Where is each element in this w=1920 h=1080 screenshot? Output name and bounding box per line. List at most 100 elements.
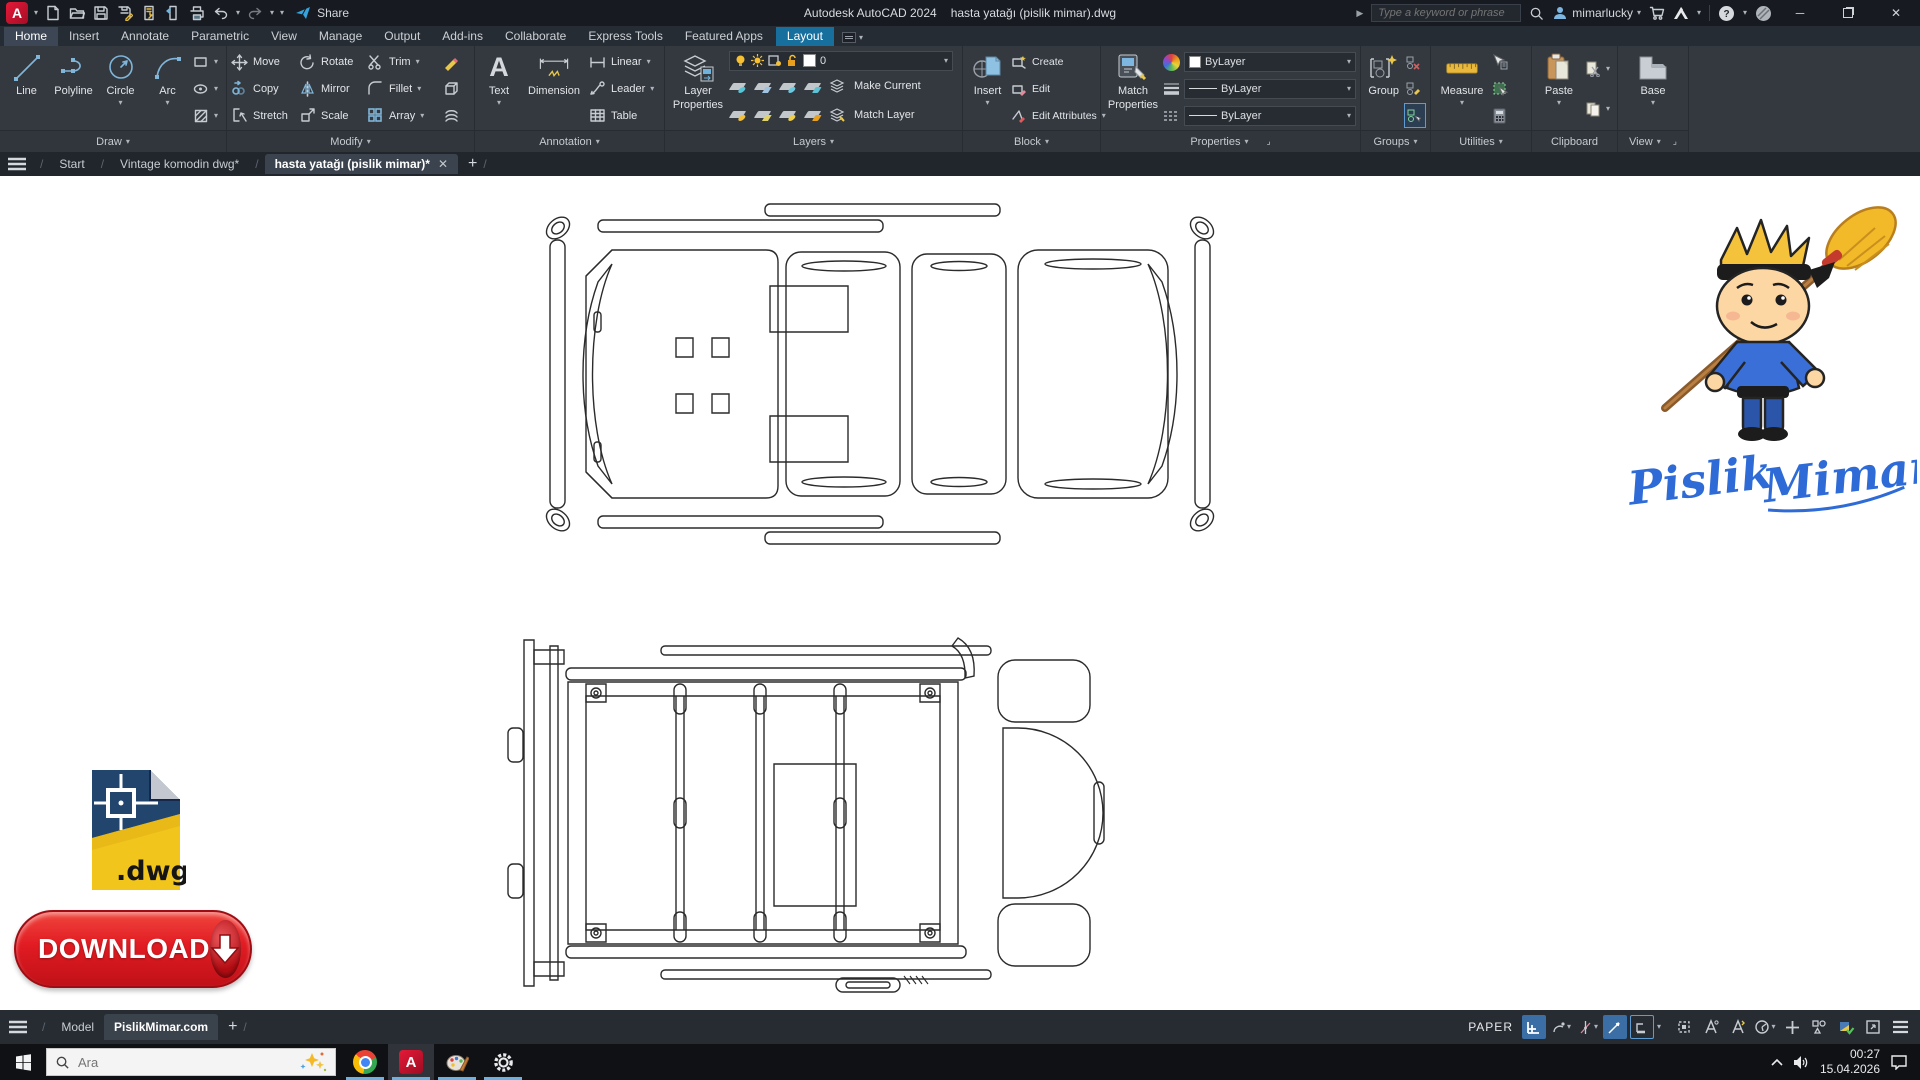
layer-sun-tool[interactable] [779, 106, 796, 123]
edit-attributes-button[interactable]: Edit Attributes▾ [1010, 103, 1096, 128]
edit-block-button[interactable]: Edit [1010, 76, 1096, 101]
graphics-performance-button[interactable] [1834, 1015, 1858, 1039]
taskbar-chrome-icon[interactable] [342, 1044, 388, 1080]
search-collapse-icon[interactable]: ▶ [1356, 8, 1363, 19]
taskbar-search-box[interactable] [46, 1048, 336, 1076]
volume-icon[interactable] [1793, 1055, 1810, 1070]
lineweight-display-toggle[interactable] [1630, 1015, 1654, 1039]
drawing-canvas[interactable]: Pislik Mimar .dwg DOWNLOAD [0, 176, 1920, 1010]
panel-label-utilities[interactable]: Utilities▾ [1431, 130, 1531, 152]
base-dropdown-icon[interactable]: ▾ [1651, 99, 1655, 107]
match-layer-icon[interactable] [829, 106, 846, 123]
mirror-button[interactable]: Mirror [299, 76, 365, 101]
ungroup-button[interactable] [1404, 50, 1426, 75]
match-layer-button[interactable]: Match Layer [854, 109, 915, 121]
autodesk-logo-icon[interactable] [1673, 6, 1689, 20]
panel-label-block[interactable]: Block▾ [963, 130, 1100, 152]
autocad-app-icon[interactable]: A [6, 2, 28, 24]
help-icon[interactable]: ? [1718, 5, 1735, 22]
plot-icon[interactable] [140, 4, 158, 22]
selection-cycling-toggle[interactable] [1672, 1015, 1696, 1039]
close-tab-icon[interactable]: ✕ [438, 157, 448, 171]
polar-tracking-toggle[interactable]: ▾ [1576, 1015, 1600, 1039]
panel-label-view[interactable]: View▾⌟ [1618, 130, 1688, 152]
erase-button[interactable] [443, 50, 469, 75]
trim-button[interactable]: Trim▾ [367, 50, 441, 75]
file-tab-hasta-yatagi[interactable]: hasta yatağı (pislik mimar)* ✕ [265, 154, 458, 174]
create-block-button[interactable]: Create [1010, 50, 1096, 75]
layer-thaw-tool[interactable] [754, 106, 771, 123]
panel-label-groups[interactable]: Groups▾ [1361, 130, 1430, 152]
copy-button[interactable]: Copy [231, 76, 297, 101]
autoscale-toggle[interactable] [1726, 1015, 1750, 1039]
panel-launcher-icon[interactable]: ⌟ [1266, 136, 1270, 147]
measure-dropdown-icon[interactable]: ▾ [1460, 99, 1464, 107]
lineweight-select[interactable]: ByLayer▾ [1184, 79, 1356, 99]
line-button[interactable]: Line [4, 49, 49, 129]
layer-color-swatch[interactable] [803, 54, 816, 67]
download-button[interactable]: DOWNLOAD [14, 910, 252, 988]
workspace-switching-button[interactable] [1780, 1015, 1804, 1039]
layer-off-tool[interactable] [729, 78, 746, 95]
make-current-icon[interactable] [829, 78, 846, 95]
bed-frame-view-drawing[interactable] [506, 632, 1262, 994]
tab-express-tools[interactable]: Express Tools [577, 27, 673, 46]
taskbar-paint-icon[interactable] [434, 1044, 480, 1080]
cut-button[interactable]: ▾ [1584, 57, 1610, 82]
new-layout-button[interactable]: + [228, 1018, 237, 1036]
redo-icon[interactable] [246, 4, 264, 22]
lineweight-dropdown-icon[interactable]: ▾ [1657, 1023, 1661, 1031]
stretch-button[interactable]: Stretch [231, 103, 297, 128]
arc-dropdown-icon[interactable]: ▾ [165, 99, 169, 107]
layer-freeze-tool[interactable] [779, 78, 796, 95]
share-button[interactable]: Share [294, 4, 349, 22]
publish-icon[interactable] [164, 4, 182, 22]
tab-layout[interactable]: Layout [776, 27, 834, 46]
taskbar-settings-icon[interactable] [480, 1044, 526, 1080]
taskbar-autocad-icon[interactable]: A [388, 1044, 434, 1080]
paper-space-indicator[interactable]: PAPER [1468, 1020, 1513, 1034]
open-folder-icon[interactable] [68, 4, 86, 22]
layer-dropdown-icon[interactable]: ▾ [944, 57, 948, 65]
paste-dropdown-icon[interactable]: ▾ [1557, 99, 1561, 107]
feedback-avatar-icon[interactable] [1755, 5, 1772, 22]
panel-label-modify[interactable]: Modify▾ [227, 130, 474, 152]
panel-label-clipboard[interactable]: Clipboard [1532, 130, 1617, 152]
layer-plot-icon[interactable] [768, 54, 782, 67]
ellipse-tool[interactable]: ▾ [192, 76, 222, 101]
tray-chevron-icon[interactable] [1771, 1058, 1783, 1066]
panel-label-layers[interactable]: Layers▾ [665, 130, 962, 152]
tab-home[interactable]: Home [4, 27, 58, 46]
layer-on-tool[interactable] [729, 106, 746, 123]
customize-qat-icon[interactable]: ▾ [280, 9, 284, 17]
bed-top-view-drawing[interactable] [528, 200, 1232, 548]
fillet-button[interactable]: Fillet▾ [367, 76, 441, 101]
save-as-icon[interactable] [116, 4, 134, 22]
trim-dropdown-icon[interactable]: ▾ [416, 58, 420, 66]
layout-tabs-menu-icon[interactable] [0, 1020, 36, 1034]
help-dropdown-icon[interactable]: ▾ [1743, 9, 1747, 17]
panel-label-annotation[interactable]: Annotation▾ [475, 130, 664, 152]
autodesk-dropdown-icon[interactable]: ▾ [1697, 9, 1701, 17]
tab-annotate[interactable]: Annotate [110, 27, 180, 46]
text-dropdown-icon[interactable]: ▾ [497, 99, 501, 107]
minimize-button[interactable]: ─ [1780, 0, 1820, 26]
annotation-visibility-toggle[interactable] [1699, 1015, 1723, 1039]
clock[interactable]: 00:27 15.04.2026 [1820, 1047, 1880, 1077]
app-store-cart-icon[interactable] [1649, 5, 1665, 21]
layer-unlock-tool[interactable] [804, 106, 821, 123]
taskbar-search-input[interactable] [78, 1055, 268, 1070]
dimension-button[interactable]: Dimension [521, 49, 587, 129]
tab-featured-apps[interactable]: Featured Apps [674, 27, 774, 46]
group-button[interactable]: Group [1365, 49, 1402, 129]
fillet-dropdown-icon[interactable]: ▾ [417, 85, 421, 93]
scale-button[interactable]: Scale [299, 103, 365, 128]
file-tabs-menu-icon[interactable] [0, 157, 34, 171]
text-button[interactable]: A Text▾ [479, 49, 519, 129]
isolate-objects-button[interactable] [1807, 1015, 1831, 1039]
insert-block-button[interactable]: Insert▾ [967, 49, 1008, 129]
tab-view[interactable]: View [260, 27, 308, 46]
array-button[interactable]: Array▾ [367, 103, 441, 128]
array-dropdown-icon[interactable]: ▾ [420, 112, 424, 120]
polyline-button[interactable]: Polyline [51, 49, 96, 129]
